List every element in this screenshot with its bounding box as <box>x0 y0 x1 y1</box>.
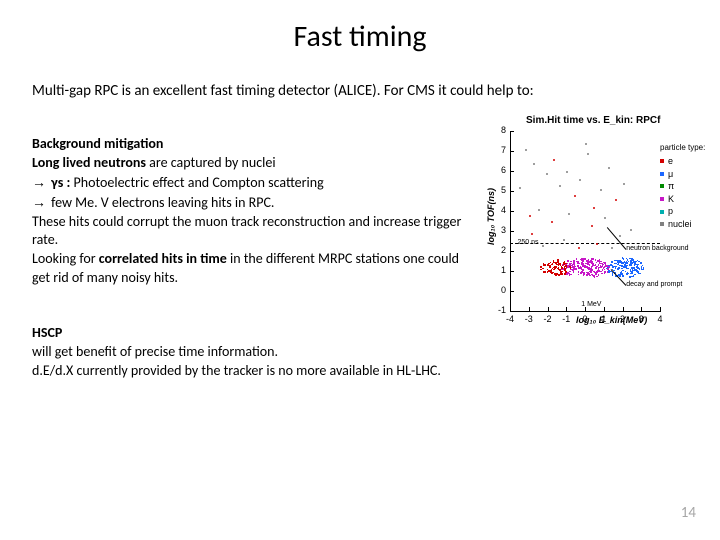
legend-swatch-icon <box>660 222 664 226</box>
plot-legend: particle type: eμπKpnuclei <box>660 143 710 231</box>
hscp-heading: HSCP <box>32 324 462 343</box>
arrow-icon: → <box>32 174 46 190</box>
legend-item: π <box>660 180 710 193</box>
x-tick-label: 2 <box>616 314 630 324</box>
data-point <box>619 235 621 237</box>
data-point <box>546 173 548 175</box>
legend-item: e <box>660 155 710 168</box>
plot-annotation: 1 MeV <box>581 301 601 308</box>
data-point <box>563 239 565 241</box>
bg-heading: Background mitigation <box>32 135 462 154</box>
x-tick-label: -2 <box>541 314 555 324</box>
y-tick-label: 2 <box>494 245 506 255</box>
x-tick-label: -3 <box>522 314 536 324</box>
bg-line-5: Looking for correlated hits in time in t… <box>32 250 462 288</box>
data-point <box>615 199 617 201</box>
legend-item: p <box>660 205 710 218</box>
arrow-icon: → <box>32 194 46 210</box>
y-tick-label: 5 <box>494 185 506 195</box>
legend-swatch-icon <box>660 210 664 214</box>
data-point <box>600 189 602 191</box>
data-point <box>591 225 593 227</box>
data-point <box>593 207 595 209</box>
data-point <box>587 153 589 155</box>
data-point <box>529 215 531 217</box>
data-point <box>533 163 535 165</box>
legend-swatch-icon <box>660 197 664 201</box>
data-point <box>531 233 533 235</box>
data-point <box>630 229 632 231</box>
intro-text: Multi-gap RPC is an excellent fast timin… <box>32 82 688 100</box>
data-point <box>608 167 610 169</box>
data-point <box>623 183 625 185</box>
scatter-plot: Sim.Hit time vs. E_kin: RPCf log₁₀ TOF(n… <box>468 115 712 345</box>
data-point <box>578 247 580 249</box>
legend-label: e <box>668 155 673 168</box>
bg-line-3: → few Me. V electrons leaving hits in RP… <box>32 193 462 213</box>
legend-swatch-icon <box>660 184 664 188</box>
x-tick-label: 4 <box>653 314 667 324</box>
hscp-line-2: d.E/d.X currently provided by the tracke… <box>32 362 462 381</box>
legend-label: p <box>668 205 673 218</box>
legend-label: π <box>668 180 674 193</box>
body-text: Background mitigation Long lived neutron… <box>32 135 462 381</box>
data-point <box>585 143 587 145</box>
plot-annotation: 250 ns <box>518 239 539 246</box>
legend-label: μ <box>668 168 673 181</box>
legend-label: nuclei <box>668 218 692 231</box>
bg-line-2: → γs : Photoelectric effect and Compton … <box>32 173 462 193</box>
data-point <box>542 245 544 247</box>
y-tick-label: 4 <box>494 205 506 215</box>
bg-l5-em: correlated hits in time <box>99 250 227 267</box>
x-tick-label: -1 <box>559 314 573 324</box>
bg-line-1: Long lived neutrons are captured by nucl… <box>32 154 462 173</box>
bg-l1-em: Long lived neutrons <box>32 154 146 171</box>
x-tick-label: 0 <box>578 314 592 324</box>
plot-title: Sim.Hit time vs. E_kin: RPCf <box>526 115 660 126</box>
y-tick-label: 6 <box>494 165 506 175</box>
y-tick-label: 3 <box>494 225 506 235</box>
slide-title: Fast timing <box>0 18 720 55</box>
legend-title: particle type: <box>660 143 710 152</box>
data-point <box>559 185 561 187</box>
y-tick-label: 8 <box>494 125 506 135</box>
data-point <box>604 217 606 219</box>
x-tick-label: 1 <box>597 314 611 324</box>
hscp-line-1: will get benefit of precise time informa… <box>32 343 462 362</box>
data-point <box>574 195 576 197</box>
legend-swatch-icon <box>660 172 664 176</box>
bg-l2-em: γs : <box>51 174 70 191</box>
plot-annotation: decay and prompt <box>626 281 682 288</box>
y-tick-label: 0 <box>494 285 506 295</box>
x-tick-label: -4 <box>503 314 517 324</box>
legend-item: K <box>660 193 710 206</box>
bg-line-4: These hits could corrupt the muon track … <box>32 213 462 251</box>
legend-item: nuclei <box>660 218 710 231</box>
data-point <box>525 149 527 151</box>
legend-swatch-icon <box>660 159 664 163</box>
legend-label: K <box>668 193 674 206</box>
page-number: 14 <box>681 504 696 522</box>
y-tick-label: 7 <box>494 145 506 155</box>
x-tick-label: 3 <box>634 314 648 324</box>
y-axis-label: log₁₀ TOF(ns) <box>486 188 496 245</box>
y-tick-label: 1 <box>494 265 506 275</box>
plot-annotation: neutron background <box>626 245 688 252</box>
legend-item: μ <box>660 168 710 181</box>
